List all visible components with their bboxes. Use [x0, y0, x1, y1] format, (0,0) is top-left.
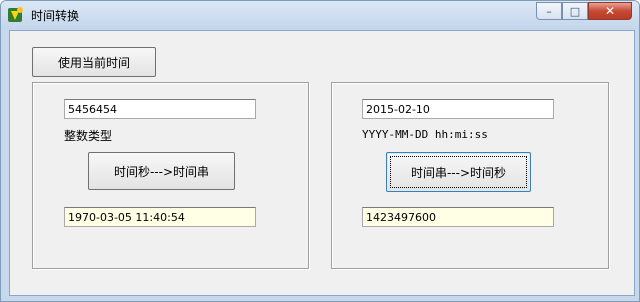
use-current-time-button[interactable]: 使用当前时间 — [32, 47, 156, 77]
app-icon — [8, 7, 23, 22]
close-icon: ✕ — [604, 4, 616, 18]
date-format-label: YYYY-MM-DD hh:mi:ss — [362, 128, 488, 141]
app-window: 时间转换 – □ ✕ 使用当前时间 整数类型 时间秒--->时间串 YYYY-M… — [0, 0, 640, 302]
integer-seconds-input[interactable] — [64, 99, 256, 119]
seconds-result[interactable] — [362, 207, 554, 227]
close-button[interactable]: ✕ — [588, 2, 632, 20]
string-to-seconds-button[interactable]: 时间串--->时间秒 — [386, 152, 531, 192]
seconds-to-string-label: 时间秒--->时间串 — [113, 164, 210, 179]
window-title: 时间转换 — [31, 9, 80, 23]
left-groupbox: 整数类型 时间秒--->时间串 — [32, 82, 309, 269]
client-area: 使用当前时间 整数类型 时间秒--->时间串 YYYY-MM-DD hh:mi:… — [9, 30, 635, 296]
integer-type-label: 整数类型 — [64, 129, 113, 143]
right-groupbox: YYYY-MM-DD hh:mi:ss 时间串--->时间秒 — [331, 82, 609, 269]
use-current-time-label: 使用当前时间 — [57, 55, 130, 70]
title-bar[interactable]: 时间转换 – □ ✕ — [1, 1, 639, 29]
minimize-button[interactable]: – — [536, 2, 562, 20]
datetime-string-result[interactable] — [64, 207, 256, 227]
maximize-button[interactable]: □ — [562, 2, 588, 20]
focus-rectangle — [390, 156, 527, 188]
minimize-icon: – — [546, 4, 552, 18]
date-string-input[interactable] — [362, 99, 554, 119]
seconds-to-string-button[interactable]: 时间秒--->时间串 — [88, 152, 235, 190]
maximize-icon: □ — [569, 4, 581, 18]
